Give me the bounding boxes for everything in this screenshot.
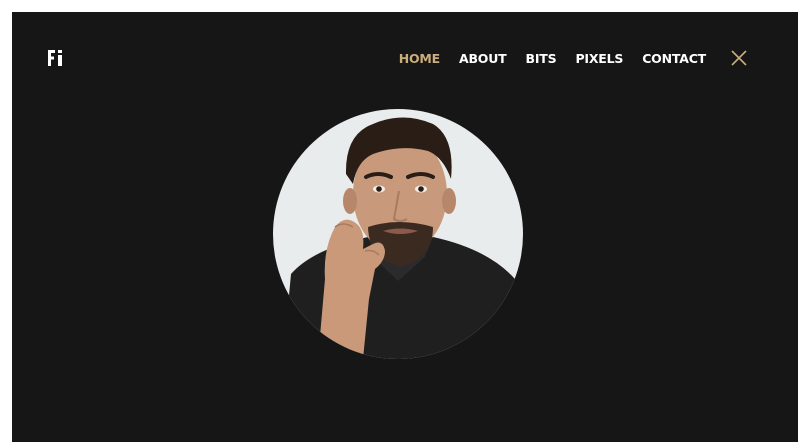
nav-about[interactable]: ABOUT (459, 51, 507, 67)
nav-pixels[interactable]: PIXELS (575, 51, 623, 67)
portrait-image (273, 109, 523, 359)
page-frame: HOME ABOUT BITS PIXELS CONTACT (12, 12, 798, 442)
close-icon[interactable] (730, 49, 748, 67)
nav-bits[interactable]: BITS (526, 51, 557, 67)
nav-contact[interactable]: CONTACT (642, 51, 706, 67)
main-nav: HOME ABOUT BITS PIXELS CONTACT (399, 51, 706, 67)
logo-icon[interactable] (48, 50, 64, 66)
profile-avatar (273, 109, 523, 359)
nav-home[interactable]: HOME (399, 51, 440, 67)
